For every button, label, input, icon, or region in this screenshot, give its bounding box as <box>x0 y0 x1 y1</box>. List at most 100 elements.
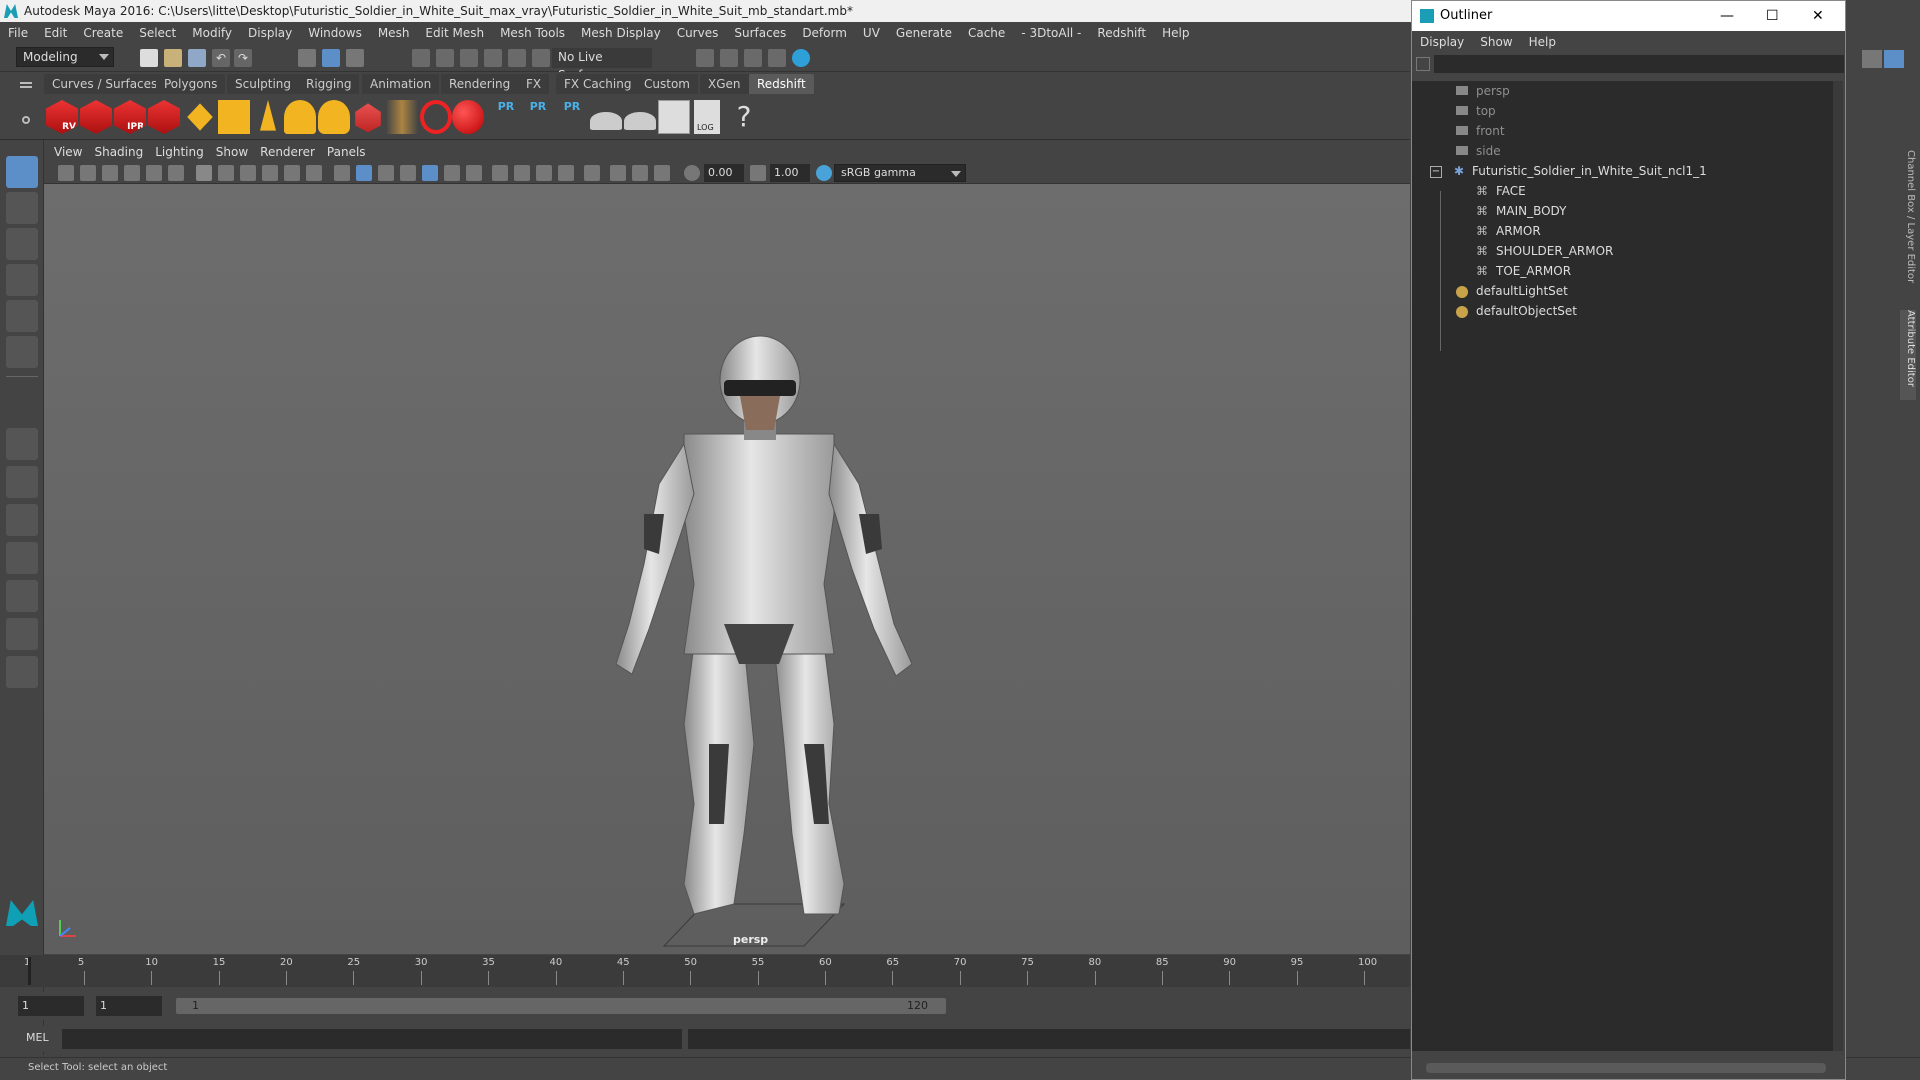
panel-menu-lighting[interactable]: Lighting <box>149 142 210 162</box>
persp-graph-layout-icon[interactable] <box>6 542 38 574</box>
shelf-options-icon[interactable] <box>22 116 30 124</box>
tab-curves-surfaces[interactable]: Curves / Surfaces <box>44 74 166 94</box>
move-tool-icon[interactable] <box>6 264 38 296</box>
menu-cache[interactable]: Cache <box>960 22 1013 44</box>
xray-components-icon[interactable] <box>654 165 670 181</box>
menu-deform[interactable]: Deform <box>794 22 855 44</box>
exposure-icon[interactable] <box>684 165 700 181</box>
tab-animation[interactable]: Animation <box>362 74 440 94</box>
color-management-icon[interactable] <box>816 165 832 181</box>
outliner-item-top[interactable]: top <box>1456 101 1496 121</box>
current-time-field[interactable]: 1 <box>96 996 162 1016</box>
rs-render-view-icon[interactable]: RV <box>46 100 78 134</box>
tab-redshift[interactable]: Redshift <box>749 74 814 94</box>
tab-fx-caching[interactable]: FX Caching <box>556 74 640 94</box>
snap-grid-icon[interactable] <box>412 49 430 67</box>
range-slider[interactable]: 1 120 <box>176 998 946 1014</box>
tab-sculpting[interactable]: Sculpting <box>227 74 300 94</box>
exposure-field[interactable]: 0.00 <box>704 164 744 182</box>
outliner-item-face[interactable]: ⌘ FACE <box>1476 181 1526 201</box>
mode-dropdown[interactable]: Modeling <box>16 47 114 67</box>
resolution-gate-icon[interactable] <box>240 165 256 181</box>
hypershade-icon[interactable] <box>792 49 810 67</box>
isolate-select-icon[interactable] <box>584 165 600 181</box>
snap-point-icon[interactable] <box>460 49 478 67</box>
wireframe-icon[interactable] <box>334 165 350 181</box>
shelf-menu-icon[interactable] <box>20 82 32 84</box>
rs-volume-icon[interactable] <box>386 100 418 134</box>
paint-select-tool-icon[interactable] <box>6 228 38 260</box>
snap-live-icon[interactable] <box>508 49 526 67</box>
outliner-item-default-object-set[interactable]: defaultObjectSet <box>1456 301 1577 321</box>
time-slider[interactable]: 1510152025303540455055606570758085909510… <box>0 955 1410 987</box>
rs-proxy-icon[interactable] <box>355 103 381 133</box>
menu-curves[interactable]: Curves <box>669 22 727 44</box>
tab-channel-box[interactable]: Channel Box / Layer Editor <box>1900 150 1916 290</box>
grid-icon[interactable] <box>196 165 212 181</box>
gamma-icon[interactable] <box>750 165 766 181</box>
close-icon[interactable]: ✕ <box>1812 1 1824 31</box>
default-material-icon[interactable] <box>378 165 394 181</box>
rs-portal-light-icon[interactable] <box>218 100 250 134</box>
panel-menu-shading[interactable]: Shading <box>88 142 149 162</box>
tab-attribute-editor[interactable]: Attribute Editor <box>1900 310 1916 400</box>
menu-select[interactable]: Select <box>131 22 184 44</box>
menu-modify[interactable]: Modify <box>184 22 240 44</box>
filter-icon[interactable] <box>1416 57 1430 71</box>
menu-help[interactable]: Help <box>1154 22 1197 44</box>
outliner-horizontal-scrollbar[interactable] <box>1426 1063 1826 1073</box>
use-all-lights-icon[interactable] <box>444 165 460 181</box>
four-view-layout-icon[interactable] <box>6 466 38 498</box>
rs-pr-object-icon[interactable]: PR <box>490 100 522 134</box>
grease-pencil-icon[interactable] <box>168 165 184 181</box>
live-surface-field[interactable]: No Live Surface <box>552 48 652 82</box>
single-perspective-layout-icon[interactable] <box>6 428 38 460</box>
menu-redshift[interactable]: Redshift <box>1089 22 1154 44</box>
outliner-item-front[interactable]: front <box>1456 121 1505 141</box>
attribute-editor-toggle-icon[interactable] <box>1884 50 1904 68</box>
rs-area-light-icon[interactable] <box>187 103 213 131</box>
uv-layout-icon[interactable] <box>6 618 38 650</box>
xray-icon[interactable] <box>610 165 626 181</box>
maximize-icon[interactable]: ☐ <box>1766 1 1779 31</box>
hypershade-layout-icon[interactable] <box>6 580 38 612</box>
rs-dome-light-icon[interactable] <box>284 100 316 134</box>
select-hierarchy-icon[interactable] <box>298 49 316 67</box>
save-scene-icon[interactable] <box>188 49 206 67</box>
outliner-search-input[interactable] <box>1434 55 1844 73</box>
persp-outliner-layout-icon[interactable] <box>6 504 38 536</box>
tab-rigging[interactable]: Rigging <box>298 74 360 94</box>
film-gate-icon[interactable] <box>218 165 234 181</box>
menu-file[interactable]: File <box>0 22 36 44</box>
rs-script-icon[interactable] <box>658 100 690 134</box>
start-time-field[interactable]: 1 <box>18 996 84 1016</box>
outliner-item-persp[interactable]: persp <box>1456 81 1510 101</box>
smooth-shade-icon[interactable] <box>356 165 372 181</box>
rs-sun-sky-icon[interactable] <box>318 100 350 134</box>
rs-pr-convert-icon[interactable]: PR <box>556 100 588 134</box>
rs-material-icon[interactable] <box>420 100 452 134</box>
outliner-item-default-light-set[interactable]: defaultLightSet <box>1456 281 1568 301</box>
depth-of-field-icon[interactable] <box>558 165 574 181</box>
menu-create[interactable]: Create <box>75 22 131 44</box>
minimize-icon[interactable]: — <box>1720 1 1734 31</box>
custom-layout-icon[interactable] <box>6 656 38 688</box>
rs-ies-light-icon[interactable] <box>260 100 276 131</box>
panel-menu-view[interactable]: View <box>48 142 88 162</box>
command-input[interactable] <box>62 1029 682 1049</box>
snap-curve-icon[interactable] <box>436 49 454 67</box>
outliner-item-armor[interactable]: ⌘ ARMOR <box>1476 221 1541 241</box>
outliner-menu-help[interactable]: Help <box>1521 31 1564 53</box>
render-view-icon[interactable] <box>696 49 714 67</box>
undo-icon[interactable]: ↶ <box>212 49 230 67</box>
outliner-item-main-body[interactable]: ⌘ MAIN_BODY <box>1476 201 1566 221</box>
scale-tool-icon[interactable] <box>6 336 38 368</box>
menu-windows[interactable]: Windows <box>300 22 370 44</box>
render-settings-icon[interactable] <box>768 49 786 67</box>
gamma-field[interactable]: 1.00 <box>770 164 810 182</box>
motion-blur-icon[interactable] <box>514 165 530 181</box>
redo-icon[interactable]: ↷ <box>234 49 252 67</box>
current-time-marker[interactable] <box>28 957 31 985</box>
panel-menu-show[interactable]: Show <box>210 142 254 162</box>
rs-sphere-material-icon[interactable] <box>452 100 484 134</box>
